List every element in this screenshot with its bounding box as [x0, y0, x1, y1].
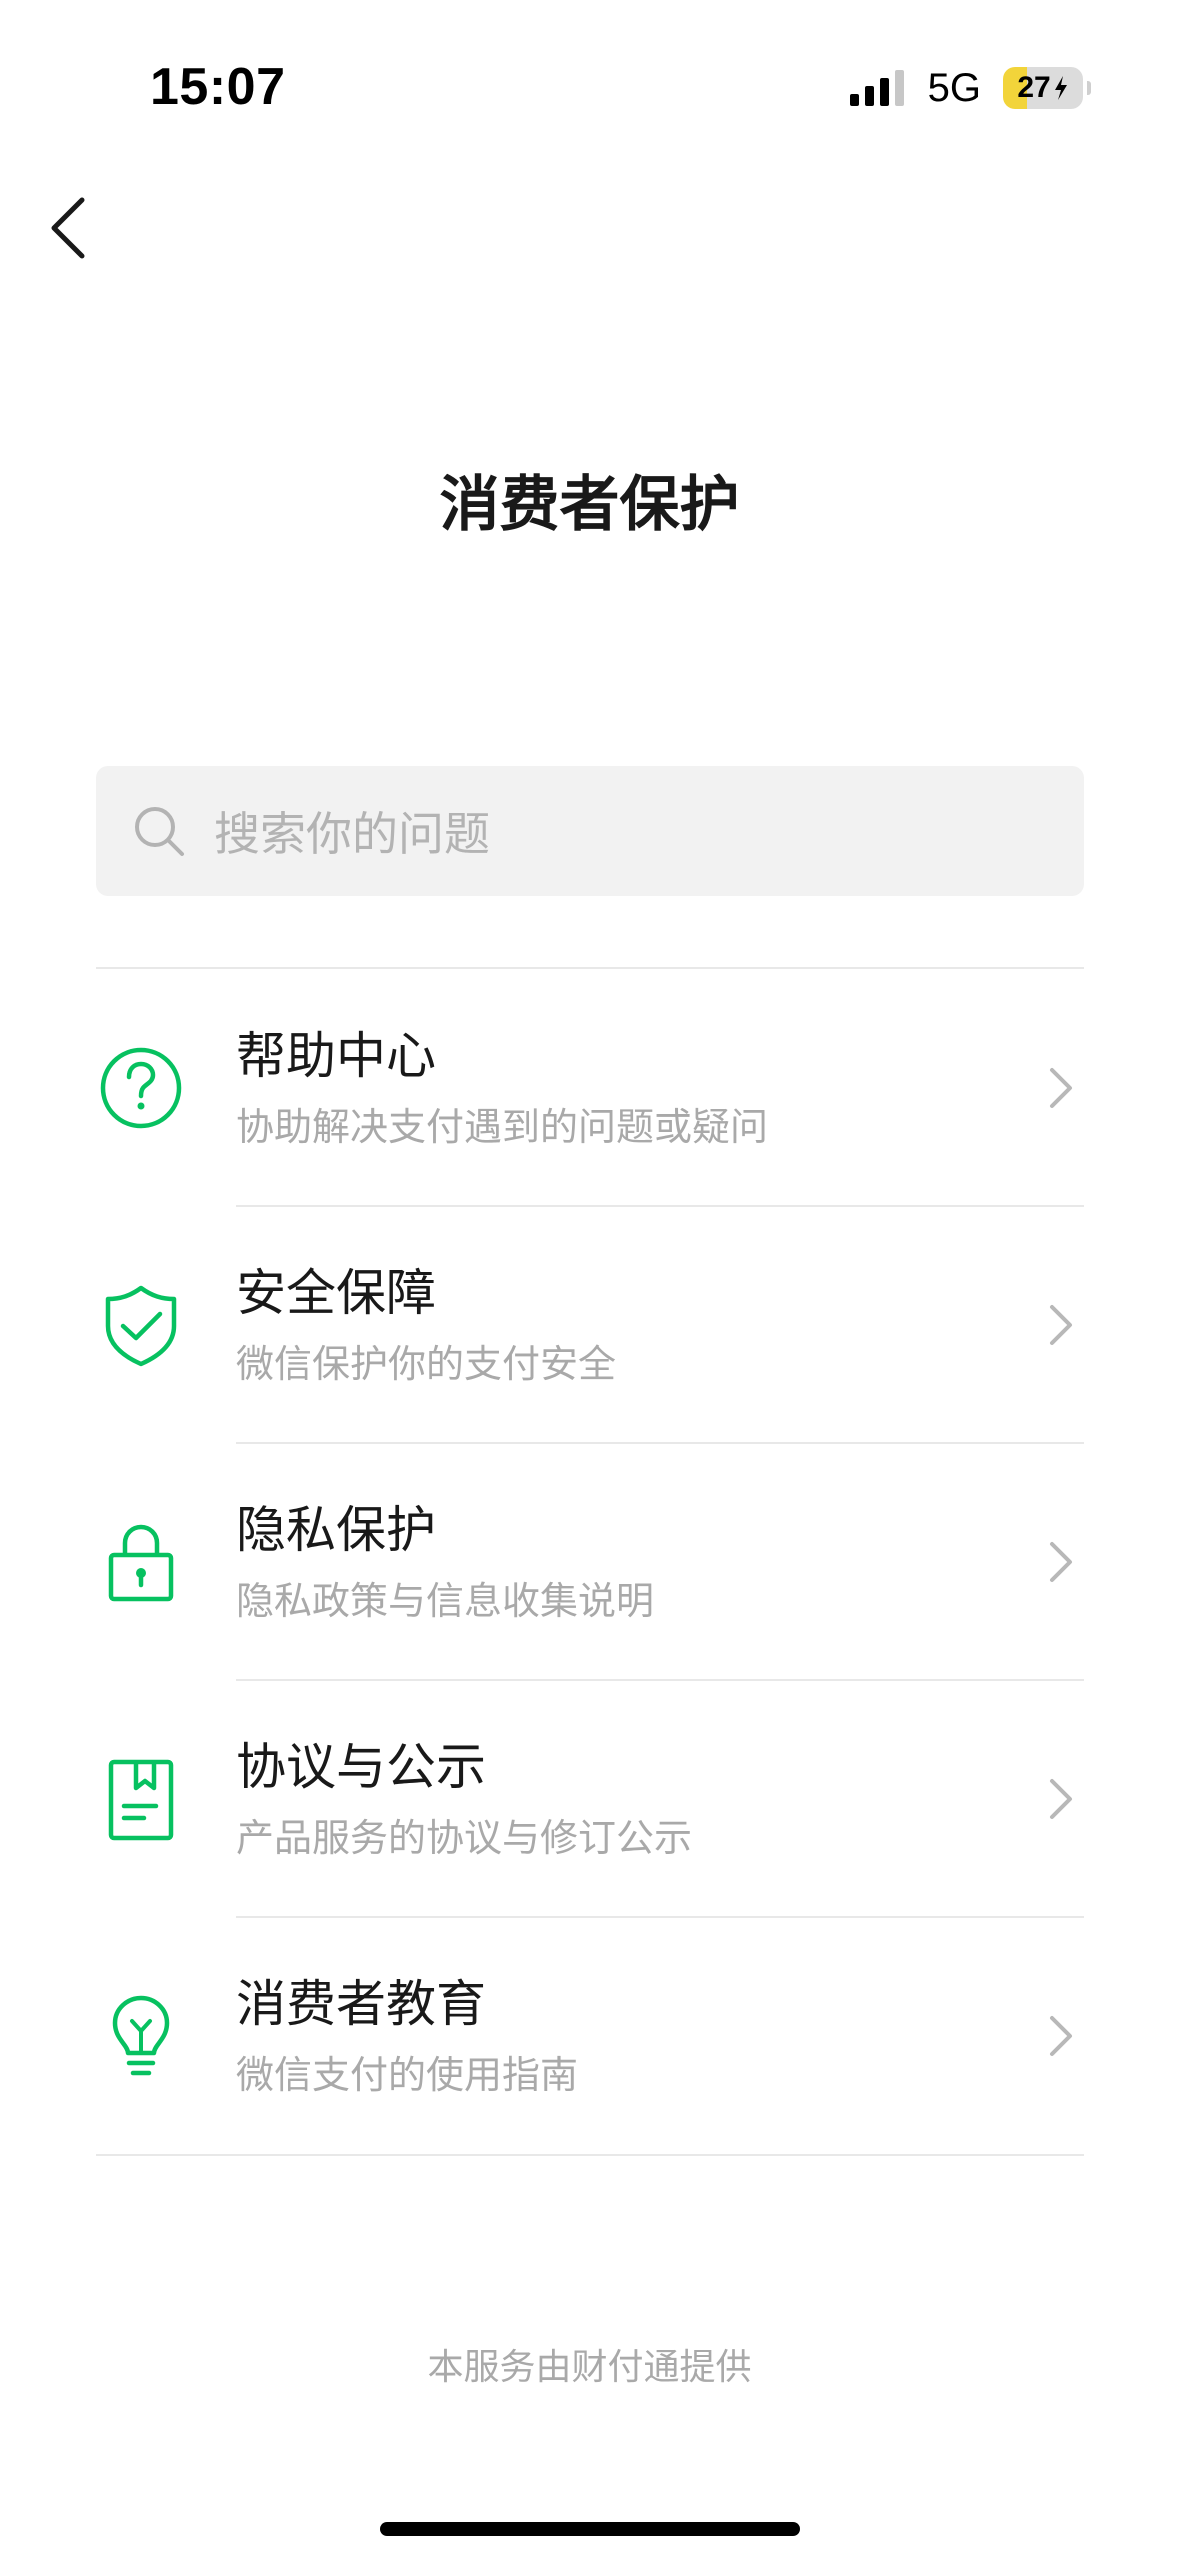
status-time: 15:07	[150, 58, 286, 116]
status-indicators: 5G 27	[848, 62, 1091, 114]
menu-item-subtitle: 微信保护你的支付安全	[236, 1341, 617, 1386]
lock-icon	[108, 1524, 174, 1601]
menu-item-title: 消费者教育	[236, 1974, 486, 2033]
home-indicator[interactable]	[380, 2522, 800, 2536]
menu-item-agreements[interactable]: 协议与公示 产品服务的协议与修订公示	[96, 1679, 1084, 1917]
document-bookmark-icon	[108, 1759, 174, 1840]
menu-item-title: 隐私保护	[236, 1500, 436, 1559]
menu-item-title: 帮助中心	[236, 1026, 436, 1085]
search-placeholder: 搜索你的问题	[214, 807, 490, 861]
menu-item-subtitle: 产品服务的协议与修订公示	[236, 1815, 693, 1860]
chevron-right-icon	[1050, 1778, 1072, 1819]
lightbulb-icon	[112, 1995, 170, 2075]
menu-item-subtitle: 隐私政策与信息收集说明	[236, 1578, 655, 1623]
footer-provider-text: 本服务由财付通提供	[427, 2347, 752, 2388]
page-title: 消费者保护	[439, 470, 740, 540]
chevron-right-icon	[1050, 1067, 1072, 1108]
shield-check-icon	[105, 1285, 177, 1366]
menu-item-privacy[interactable]: 隐私保护 隐私政策与信息收集说明	[96, 1442, 1084, 1680]
back-button[interactable]	[40, 190, 96, 266]
chevron-right-icon	[1050, 2015, 1072, 2056]
menu-item-consumer-education[interactable]: 消费者教育 微信支付的使用指南	[96, 1916, 1084, 2154]
chevron-right-icon	[1050, 1304, 1072, 1345]
search-input[interactable]: 搜索你的问题	[96, 766, 1084, 896]
menu-item-title: 安全保障	[236, 1263, 436, 1322]
menu-item-title: 协议与公示	[236, 1737, 486, 1796]
network-type: 5G	[927, 65, 981, 110]
menu-item-subtitle: 协助解决支付遇到的问题或疑问	[236, 1104, 769, 1149]
menu-item-help-center[interactable]: 帮助中心 协助解决支付遇到的问题或疑问	[96, 969, 1084, 1206]
battery-icon: 27	[1003, 67, 1091, 109]
battery-level: 27	[1017, 71, 1051, 104]
menu-item-security[interactable]: 安全保障 微信保护你的支付安全	[96, 1205, 1084, 1443]
charging-bolt-icon	[1054, 76, 1067, 100]
menu-item-subtitle: 微信支付的使用指南	[236, 2052, 579, 2097]
search-icon	[135, 807, 184, 856]
chevron-right-icon	[1050, 1541, 1072, 1582]
cellular-signal-icon	[849, 70, 904, 106]
help-question-icon	[100, 1047, 182, 1128]
menu-list: 帮助中心 协助解决支付遇到的问题或疑问 安全保障 微信保护你的支付安全 隐私保护	[96, 967, 1084, 2156]
